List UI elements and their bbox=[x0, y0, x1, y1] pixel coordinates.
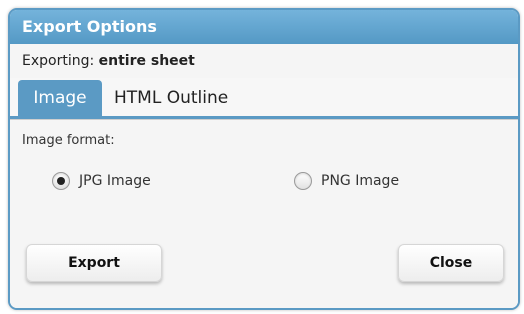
export-button[interactable]: Export bbox=[26, 244, 162, 282]
image-format-label: Image format: bbox=[22, 133, 115, 148]
export-options-dialog: Export Options Exporting: entire sheet I… bbox=[8, 8, 520, 310]
export-status-value: entire sheet bbox=[98, 53, 195, 69]
jpg-radio-button[interactable] bbox=[52, 172, 70, 190]
tab-html-outline[interactable]: HTML Outline bbox=[114, 80, 254, 116]
dialog-title: Export Options bbox=[10, 10, 518, 44]
png-radio-label[interactable]: PNG Image bbox=[321, 173, 399, 189]
export-status-prefix: Exporting: bbox=[22, 53, 95, 69]
image-tab-panel: Image format: JPG Image PNG Image Export… bbox=[10, 119, 518, 308]
tab-image[interactable]: Image bbox=[18, 80, 102, 116]
tab-bar: Image HTML Outline bbox=[10, 78, 518, 119]
panel-divider bbox=[10, 119, 518, 120]
close-button[interactable]: Close bbox=[398, 244, 504, 282]
png-radio-button[interactable] bbox=[294, 172, 312, 190]
jpg-radio-label[interactable]: JPG Image bbox=[79, 173, 151, 189]
jpg-image-option[interactable]: JPG Image bbox=[52, 169, 151, 193]
png-image-option[interactable]: PNG Image bbox=[294, 169, 399, 193]
export-status: Exporting: entire sheet bbox=[10, 44, 518, 78]
